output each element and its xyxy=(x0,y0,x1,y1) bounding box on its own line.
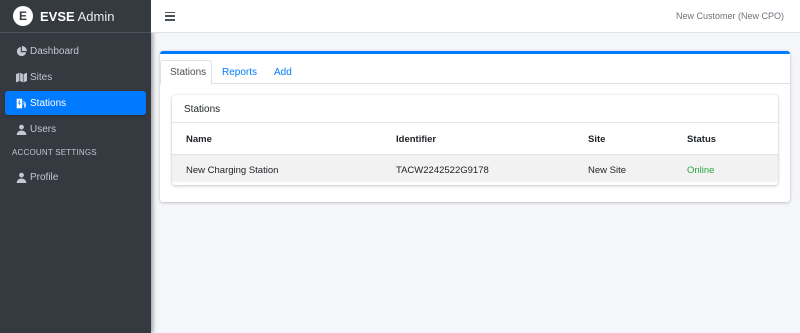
stations-list-card: Stations Name Identifier Site Status New… xyxy=(172,95,778,185)
brand-link[interactable]: E EVSE Admin xyxy=(0,0,151,33)
sidebar: E EVSE Admin Dashboard Sites Stations Us… xyxy=(0,0,151,333)
top-navbar: New Customer (New CPO) xyxy=(151,0,800,33)
user-menu[interactable]: New Customer (New CPO) xyxy=(676,11,784,21)
station-identifier: TACW2242522G9178 xyxy=(396,165,489,176)
sidebar-nav: Dashboard Sites Stations Users ACCOUNT S… xyxy=(0,33,151,189)
tab-add[interactable]: Add xyxy=(274,60,292,85)
tab-bar: Stations Reports Add xyxy=(160,54,790,85)
brand-logo-letter: E xyxy=(18,9,27,23)
map-icon xyxy=(15,71,27,83)
brand-name: EVSE xyxy=(40,8,75,24)
card-title: Stations xyxy=(184,104,221,115)
status-badge: Online xyxy=(687,165,715,176)
sidebar-item-dashboard[interactable]: Dashboard xyxy=(5,39,146,63)
charging-station-icon xyxy=(15,97,27,109)
hamburger-icon[interactable] xyxy=(165,11,175,21)
sidebar-item-sites[interactable]: Sites xyxy=(5,65,146,89)
sidebar-item-label: Profile xyxy=(30,171,59,183)
brand-suffix: Admin xyxy=(77,8,115,24)
column-header-status[interactable]: Status xyxy=(687,134,716,145)
tab-stations[interactable]: Stations xyxy=(160,60,212,85)
sidebar-item-users[interactable]: Users xyxy=(5,117,146,141)
column-header-identifier[interactable]: Identifier xyxy=(396,134,436,145)
station-site: New Site xyxy=(588,165,627,176)
sidebar-item-label: Sites xyxy=(30,71,53,83)
table-row[interactable]: New Charging Station TACW2242522G9178 Ne… xyxy=(172,154,778,182)
tab-reports[interactable]: Reports xyxy=(222,60,257,85)
sidebar-item-profile[interactable]: Profile xyxy=(5,165,146,189)
sidebar-item-stations[interactable]: Stations xyxy=(5,91,146,115)
sidebar-section-header: ACCOUNT SETTINGS xyxy=(12,148,97,157)
sidebar-item-label: Users xyxy=(30,123,57,135)
user-icon xyxy=(15,123,27,135)
column-header-name[interactable]: Name xyxy=(186,134,212,145)
brand-text: EVSE Admin xyxy=(40,9,114,24)
stations-tab-card: Stations Reports Add Stations Name Ident… xyxy=(160,51,790,202)
user-icon xyxy=(15,171,27,183)
sidebar-item-label: Stations xyxy=(30,97,67,109)
card-header: Stations xyxy=(172,95,778,123)
station-name[interactable]: New Charging Station xyxy=(186,165,278,176)
column-header-site[interactable]: Site xyxy=(588,134,605,145)
pie-chart-icon xyxy=(15,45,27,57)
brand-logo-icon: E xyxy=(13,6,33,26)
sidebar-item-label: Dashboard xyxy=(30,45,79,57)
